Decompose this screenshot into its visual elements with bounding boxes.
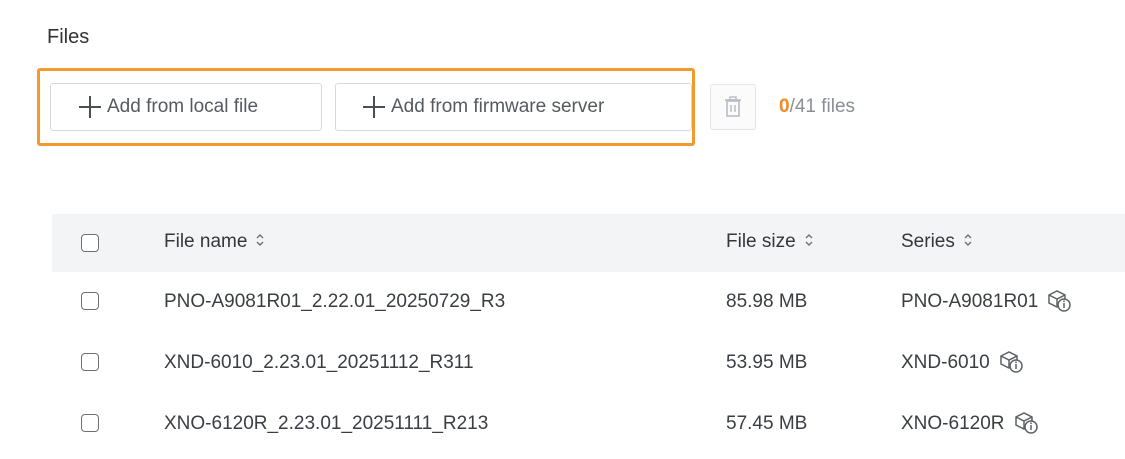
file-name-cell: PNO-A9081R01_2.22.01_20250729_R3 <box>164 291 506 312</box>
table-row[interactable]: XNO-6120R_2.23.01_20251111_R213 57.45 MB… <box>52 394 1125 455</box>
plus-icon <box>79 96 101 118</box>
add-from-local-file-label: Add from local file <box>107 96 259 117</box>
file-size-column-header[interactable]: File size <box>726 231 814 253</box>
file-count: 0/41 files <box>779 96 855 118</box>
table-row[interactable]: XND-6010_2.23.01_20251112_R311 53.95 MB … <box>52 333 1125 394</box>
series-name: PNO-A9081R01 <box>901 291 1039 313</box>
add-from-local-file-button[interactable]: Add from local file <box>50 83 322 131</box>
files-section-title: Files <box>47 26 90 48</box>
package-info-icon[interactable] <box>998 348 1024 374</box>
table-header: File name File size Series <box>52 214 1125 272</box>
trash-icon <box>725 96 741 117</box>
add-from-firmware-server-button[interactable]: Add from firmware server <box>335 83 692 131</box>
row-checkbox[interactable] <box>81 353 99 371</box>
series-column-header[interactable]: Series <box>901 231 973 253</box>
row-checkbox[interactable] <box>81 414 99 432</box>
package-info-icon[interactable] <box>1013 409 1039 435</box>
select-all-checkbox[interactable] <box>81 234 99 252</box>
selected-file-count: 0 <box>779 96 790 117</box>
row-checkbox[interactable] <box>81 292 99 310</box>
series-name: XNO-6120R <box>901 413 1005 435</box>
delete-files-button[interactable] <box>710 84 756 130</box>
file-name-cell: XNO-6120R_2.23.01_20251111_R213 <box>164 413 489 434</box>
files-table: File name File size Series PNO-A9081R01_… <box>52 214 1125 455</box>
file-size-cell: 57.45 MB <box>726 413 808 434</box>
file-size-header-label: File size <box>726 231 796 252</box>
series-name: XND-6010 <box>901 352 990 374</box>
file-name-column-header[interactable]: File name <box>164 231 265 253</box>
series-cell: XND-6010 <box>901 351 1024 374</box>
sort-icon <box>805 234 813 247</box>
sort-icon <box>256 234 264 247</box>
plus-icon <box>363 96 385 118</box>
files-panel: Files Add from local file Add from firmw… <box>0 0 1125 459</box>
file-name-cell: XND-6010_2.23.01_20251112_R311 <box>164 352 474 373</box>
table-row[interactable]: PNO-A9081R01_2.22.01_20250729_R3 85.98 M… <box>52 272 1125 333</box>
series-cell: PNO-A9081R01 <box>901 290 1072 313</box>
package-info-icon[interactable] <box>1046 287 1072 313</box>
total-file-count: /41 files <box>789 96 856 117</box>
sort-icon <box>964 234 972 247</box>
file-size-cell: 53.95 MB <box>726 352 808 373</box>
file-size-cell: 85.98 MB <box>726 291 808 312</box>
series-cell: XNO-6120R <box>901 412 1039 435</box>
series-header-label: Series <box>901 231 955 252</box>
file-name-header-label: File name <box>164 231 248 252</box>
add-from-firmware-server-label: Add from firmware server <box>391 96 605 117</box>
